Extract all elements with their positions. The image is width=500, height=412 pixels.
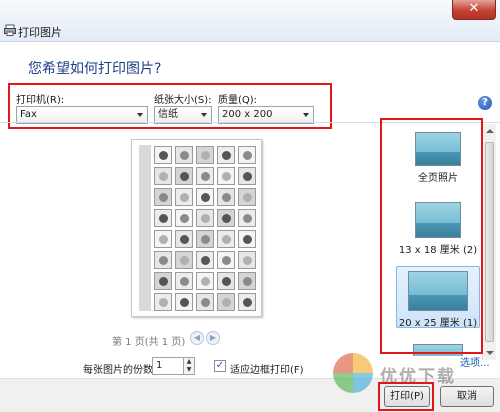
preview-cell [196,293,214,311]
title-bar: 打印图片 ✕ [0,0,500,42]
preview-cell [196,167,214,185]
divider [0,122,500,123]
layout-scrollbar[interactable] [482,124,496,360]
preview-cell [196,272,214,290]
cancel-button[interactable]: 取消 [440,386,494,407]
preview-cell [217,146,235,164]
preview-cell [217,272,235,290]
chevron-down-icon [303,113,309,117]
preview-cell [217,251,235,269]
arrow-right-icon: ▶ [209,333,217,342]
preview-cell [154,293,172,311]
preview-cell [238,230,256,248]
printer-value: Fax [20,109,37,120]
print-button[interactable]: 打印(P) [384,386,430,407]
layout-item-13x18[interactable]: 13 x 18 厘米 (2) [396,198,480,258]
preview-cell [175,188,193,206]
help-icon[interactable]: ? [478,96,492,110]
preview-cell [154,188,172,206]
layout-thumbnail [408,271,468,311]
preview-cell [154,146,172,164]
preview-cell [238,167,256,185]
page-info: 第 1 页(共 1 页) [112,337,186,348]
layout-label: 全页照片 [418,173,458,184]
preview-cell [238,146,256,164]
quality-label: 质量(Q): [218,95,258,106]
preview-cell [154,251,172,269]
layout-item-full-page[interactable]: 全页照片 [396,128,480,188]
copies-spinner[interactable]: ▲ ▼ [184,357,195,375]
preview-cell [175,209,193,227]
preview-cell [175,251,193,269]
layout-label: 20 x 25 厘米 (1) [398,318,478,329]
preview-cell [238,209,256,227]
preview-cell [217,167,235,185]
preview-cell [175,146,193,164]
close-button[interactable]: ✕ [452,0,496,20]
paper-size-label: 纸张大小(S): [154,95,212,106]
chevron-down-icon [137,113,143,117]
options-link[interactable]: 选项... [460,354,490,369]
printer-label: 打印机(R): [16,95,65,106]
preview-cell [196,251,214,269]
preview-cell [238,272,256,290]
preview-cell [175,272,193,290]
check-icon: ✓ [215,360,225,371]
printer-icon [4,24,16,36]
preview-cell [217,230,235,248]
prev-page-button[interactable]: ◀ [190,331,204,345]
preview-cell [196,146,214,164]
preview-cell [217,209,235,227]
preview-cell [154,272,172,290]
copies-input[interactable]: 1 [152,357,184,375]
watermark-text: 优优下载 [380,367,456,387]
layout-thumbnail [415,132,461,166]
preview-cell [196,209,214,227]
chevron-down-icon [201,113,207,117]
quality-value: 200 x 200 [222,109,273,120]
layout-item-20x25[interactable]: 20 x 25 厘米 (1) [396,266,480,329]
close-icon: ✕ [468,1,480,16]
preview-cell [196,188,214,206]
fit-to-frame-label: 适应边框打印(F) [230,365,304,376]
spinner-down-icon[interactable]: ▼ [184,366,194,374]
preview-cell [217,188,235,206]
preview-cell [175,167,193,185]
preview-cell [196,230,214,248]
fit-to-frame-checkbox[interactable]: ✓ [214,360,226,372]
scrollbar-thumb[interactable] [485,142,494,342]
preview-cell [217,293,235,311]
preview-cell [154,209,172,227]
preview-cell [154,167,172,185]
paper-size-value: 信纸 [158,109,178,120]
page-heading: 您希望如何打印图片? [28,61,162,77]
layout-label: 13 x 18 厘米 (2) [398,245,478,256]
spinner-up-icon[interactable]: ▲ [184,358,194,366]
scroll-up-icon[interactable] [486,129,494,133]
arrow-left-icon: ◀ [193,333,201,342]
preview-cell [238,251,256,269]
watermark-logo [333,353,373,393]
window-title: 打印图片 [18,26,62,39]
preview-cell [238,293,256,311]
layout-thumbnail [413,344,463,356]
next-page-button[interactable]: ▶ [206,331,220,345]
preview-cell [238,188,256,206]
preview-strip [139,145,151,311]
layout-thumbnail [415,202,461,238]
preview-cell [175,293,193,311]
preview-cell [175,230,193,248]
preview-cell [154,230,172,248]
